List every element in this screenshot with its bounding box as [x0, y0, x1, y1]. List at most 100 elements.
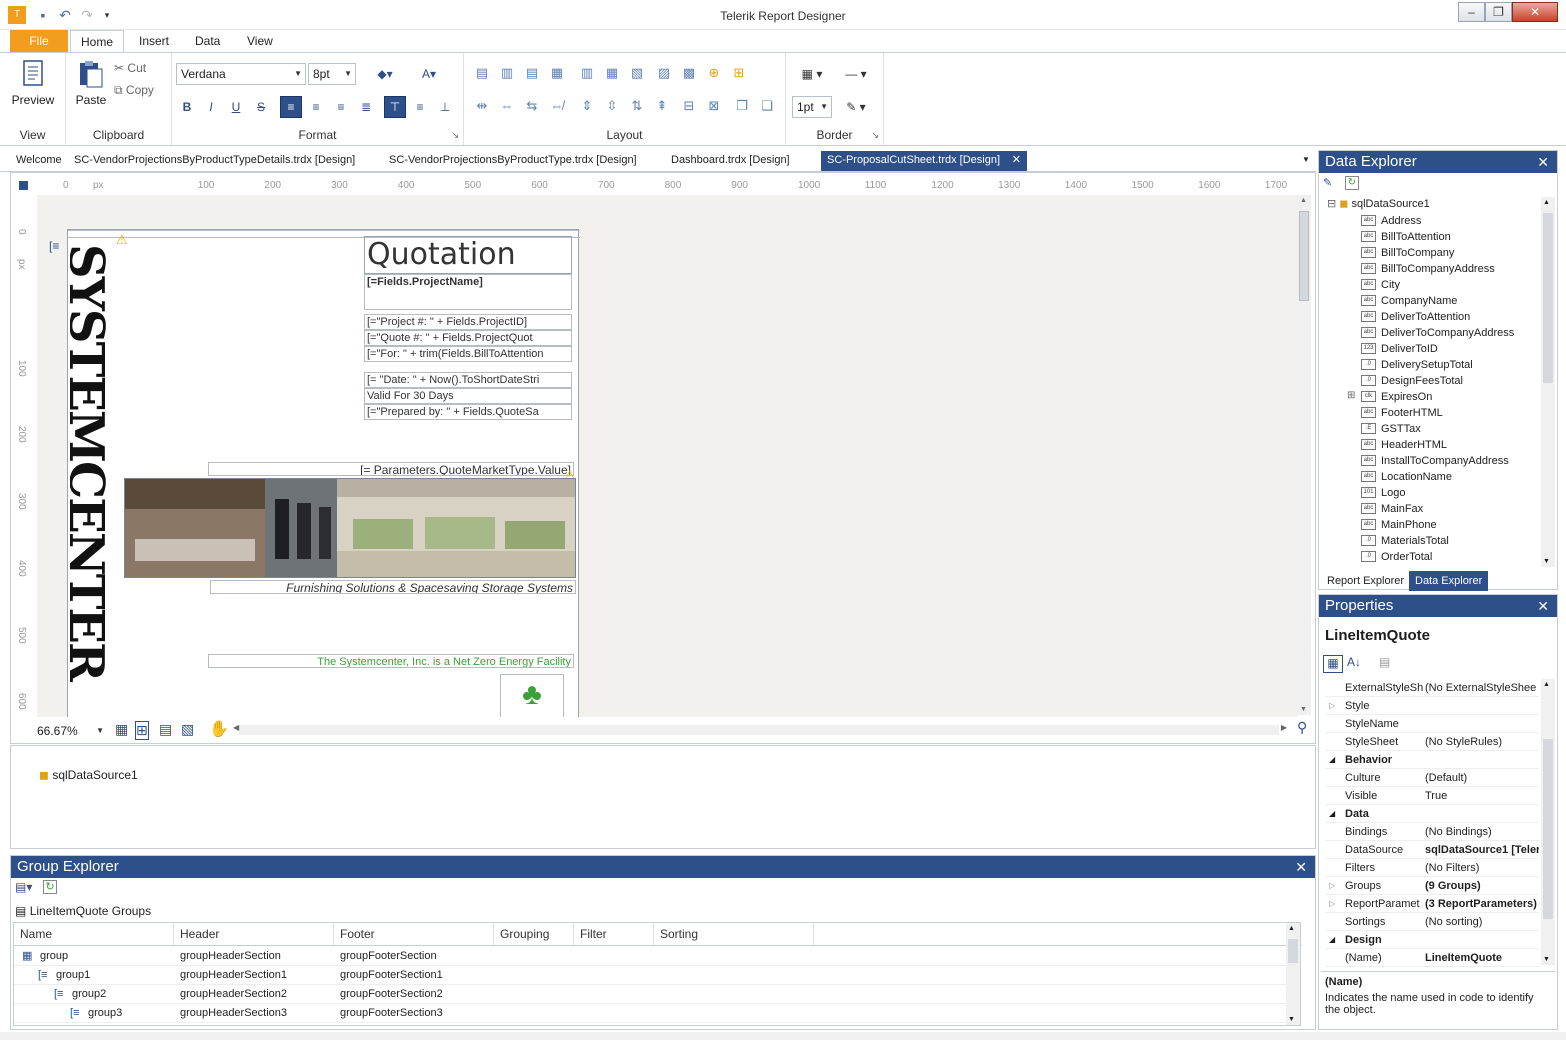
zoom-select[interactable]: 66.67% ▼: [33, 721, 107, 743]
property-pages-icon[interactable]: ▤: [1379, 655, 1390, 669]
same-size-icon[interactable]: ▩: [679, 63, 699, 83]
bold-button[interactable]: B: [176, 96, 198, 118]
col-name[interactable]: Name: [14, 923, 174, 945]
property-value[interactable]: (No StyleRules): [1425, 733, 1539, 751]
list-item[interactable]: abc DeliverToAttention: [1319, 309, 1539, 325]
tab-insert[interactable]: Insert: [129, 30, 179, 52]
property-row[interactable]: Culture (Default): [1325, 769, 1539, 787]
close-icon[interactable]: ✕: [1295, 856, 1307, 878]
minimize-button[interactable]: –: [1458, 2, 1485, 22]
list-item[interactable]: 101 Logo: [1319, 485, 1539, 501]
file-menu[interactable]: File: [10, 30, 68, 52]
snap-grid-icon[interactable]: ⊞: [729, 63, 749, 83]
quote-number-field[interactable]: [="Quote #: " + Fields.ProjectQuot: [364, 330, 572, 346]
properties-scrollbar[interactable]: ▲ ▼: [1541, 679, 1555, 965]
scroll-up-icon[interactable]: ▲: [1300, 197, 1307, 204]
scroll-left-icon[interactable]: ◀: [233, 723, 239, 732]
property-value[interactable]: (3 ReportParameters): [1425, 895, 1539, 913]
tab-data[interactable]: Data: [185, 30, 230, 52]
list-item[interactable]: abc DeliverToCompanyAddress: [1319, 325, 1539, 341]
size-to-grid-icon[interactable]: ⊕: [704, 63, 724, 83]
property-row[interactable]: Filters (No Filters): [1325, 859, 1539, 877]
justify-button[interactable]: ≣: [355, 96, 377, 118]
scroll-thumb[interactable]: [1543, 213, 1553, 383]
align-tops-icon[interactable]: ▦: [547, 63, 567, 83]
office-photo[interactable]: [124, 478, 576, 578]
collapse-icon[interactable]: ◢: [1329, 805, 1335, 823]
underline-button[interactable]: U: [225, 96, 247, 118]
border-color-button[interactable]: ✎ ▾: [836, 96, 876, 118]
tab-vendor-details[interactable]: SC-VendorProjectionsByProductTypeDetails…: [74, 151, 355, 171]
expand-icon[interactable]: ▷: [1329, 877, 1335, 895]
v-spacing-decrease-icon[interactable]: ⇅: [627, 96, 647, 116]
list-item[interactable]: abc FooterHTML: [1319, 405, 1539, 421]
list-item[interactable]: abc MainPhone: [1319, 517, 1539, 533]
close-icon[interactable]: ✕: [1537, 151, 1549, 173]
project-id-field[interactable]: [="Project #: " + Fields.ProjectID]: [364, 314, 572, 330]
scroll-right-icon[interactable]: ▶: [1281, 723, 1287, 732]
align-bottom-button[interactable]: ⊥: [434, 96, 456, 118]
logo-vertical[interactable]: SYSTEMCENTER: [70, 244, 116, 717]
col-filter[interactable]: Filter: [574, 923, 654, 945]
align-lefts-icon[interactable]: ▤: [472, 63, 492, 83]
sort-alpha-icon[interactable]: A↓: [1347, 655, 1361, 669]
property-row[interactable]: ExternalStyleSh (No ExternalStyleShee: [1325, 679, 1539, 697]
list-item[interactable]: abc BillToCompany: [1319, 245, 1539, 261]
scroll-up-icon[interactable]: ▲: [1288, 925, 1295, 932]
list-item[interactable]: abc InstallToCompanyAddress: [1319, 453, 1539, 469]
same-width-icon[interactable]: ▧: [627, 63, 647, 83]
tab-vendor-projections[interactable]: SC-VendorProjectionsByProductType.trdx […: [389, 151, 637, 171]
date-field[interactable]: [= "Date: " + Now().ToShortDateStri: [364, 372, 572, 388]
market-type-field[interactable]: [= Parameters.QuoteMarketType.Value]: [208, 462, 574, 476]
property-category[interactable]: ◢ Design: [1325, 931, 1539, 949]
tab-proposal-cut-sheet[interactable]: SC-ProposalCutSheet.trdx [Design] ✕: [821, 151, 1027, 171]
paste-button[interactable]: Paste: [66, 59, 116, 107]
property-row[interactable]: StyleName: [1325, 715, 1539, 733]
property-value[interactable]: LineItemQuote: [1425, 949, 1539, 967]
edit-datasource-icon[interactable]: ✎: [1323, 176, 1332, 189]
section-icon[interactable]: [≡: [49, 239, 59, 253]
list-item[interactable]: 123 DeliverToID: [1319, 341, 1539, 357]
scroll-down-icon[interactable]: ▼: [1543, 558, 1550, 565]
snap-to-grid-icon[interactable]: ⊞: [135, 721, 149, 740]
refresh-icon[interactable]: ↻: [43, 880, 57, 894]
property-value[interactable]: (Default): [1425, 769, 1539, 787]
fill-color-button[interactable]: ◆▾: [366, 63, 404, 85]
send-to-back-icon[interactable]: ❏: [757, 96, 777, 116]
v-spacing-remove-icon[interactable]: ⇞: [652, 96, 672, 116]
format-dialog-launcher-icon[interactable]: ↘: [451, 130, 459, 141]
prepared-by-field[interactable]: [="Prepared by: " + Fields.QuoteSa: [364, 404, 572, 420]
property-row[interactable]: StyleSheet (No StyleRules): [1325, 733, 1539, 751]
list-item[interactable]: abc BillToAttention: [1319, 229, 1539, 245]
canvas-horizontal-scrollbar[interactable]: ◀ ▶: [233, 723, 1287, 735]
h-spacing-increase-icon[interactable]: ⇔: [497, 96, 517, 116]
list-item[interactable]: abc BillToCompanyAddress: [1319, 261, 1539, 277]
maximize-button[interactable]: ❐: [1485, 2, 1512, 22]
list-item[interactable]: abc MainFax: [1319, 501, 1539, 517]
italic-button[interactable]: I: [200, 96, 222, 118]
property-row[interactable]: Sortings (No sorting): [1325, 913, 1539, 931]
close-tab-icon[interactable]: ✕: [1012, 151, 1021, 169]
property-row[interactable]: DataSource sqlDataSource1 [Teler: [1325, 841, 1539, 859]
align-right-button[interactable]: ≡: [330, 96, 352, 118]
table-row[interactable]: [≡ group3 groupHeaderSection3 groupFooterSe…: [14, 1004, 1286, 1023]
borders-button[interactable]: ▦ ▾: [792, 63, 832, 85]
list-item[interactable]: abc Address: [1319, 213, 1539, 229]
select-all-corner[interactable]: [19, 181, 28, 190]
h-spacing-equal-icon[interactable]: ⇹: [472, 96, 492, 116]
project-name-field[interactable]: [=Fields.ProjectName]: [364, 274, 572, 310]
list-item[interactable]: .E GSTTax: [1319, 421, 1539, 437]
align-center-button[interactable]: ≡: [305, 96, 327, 118]
valid-field[interactable]: Valid For 30 Days: [364, 388, 572, 404]
scroll-up-icon[interactable]: ▲: [1543, 199, 1550, 206]
scroll-down-icon[interactable]: ▼: [1288, 1016, 1295, 1023]
font-color-button[interactable]: A▾: [410, 63, 448, 85]
hand-tool-icon[interactable]: ✋: [209, 719, 229, 739]
property-value[interactable]: (No sorting): [1425, 913, 1539, 931]
align-bottoms-icon[interactable]: ▦: [602, 63, 622, 83]
list-item[interactable]: ⊞ clk ExpiresOn: [1319, 389, 1539, 405]
tab-view[interactable]: View: [237, 30, 283, 52]
property-value[interactable]: sqlDataSource1 [Teler: [1425, 841, 1539, 859]
font-family-select[interactable]: Verdana ▼: [176, 63, 306, 85]
tray-datasource-item[interactable]: ◼ sqlDataSource1: [39, 768, 138, 782]
